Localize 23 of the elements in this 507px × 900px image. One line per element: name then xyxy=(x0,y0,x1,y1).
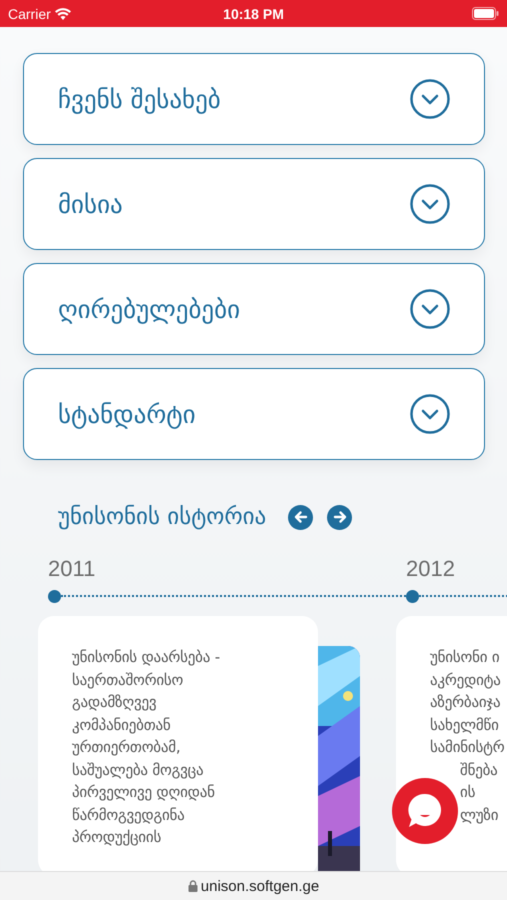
battery-icon xyxy=(472,7,500,20)
year-label: 2011 xyxy=(48,556,96,582)
accordion-item[interactable]: სტანდარტი xyxy=(23,368,485,460)
clock-time: 10:18 PM xyxy=(223,6,284,22)
previous-button[interactable] xyxy=(288,504,314,530)
chevron-circle-icon xyxy=(410,79,450,119)
card-text: უნისონის დაარსება - საერთაშორისო გადამზღვევ კომპანიებთან ურთიერთობამ, საშუალება მოგვცა პირველივე დღიდან წარმოგვედგინა პროდუქციის xyxy=(72,647,220,848)
url-address[interactable]: unison.softgen.ge xyxy=(200,878,320,894)
accordion-item[interactable]: მისია xyxy=(23,158,485,250)
arrow-right-icon xyxy=(332,510,347,524)
next-button[interactable] xyxy=(327,504,352,530)
accordion-item[interactable]: ღირებულებები xyxy=(23,263,485,355)
chevron-circle-icon xyxy=(410,394,450,434)
carrier-name: Carrier xyxy=(8,6,51,22)
arrow-left-icon xyxy=(294,510,308,524)
accordion-item[interactable]: ჩვენს შესახებ xyxy=(23,53,485,145)
chevron-circle-icon xyxy=(410,289,450,329)
year-label: 2012 xyxy=(406,556,456,582)
section-title: უნისონის ისტორია xyxy=(58,504,266,530)
chevron-circle-icon xyxy=(410,184,450,224)
card-text: შნება ის ლუზი xyxy=(459,760,500,826)
wifi-icon xyxy=(54,8,71,20)
lock-icon xyxy=(188,880,198,892)
